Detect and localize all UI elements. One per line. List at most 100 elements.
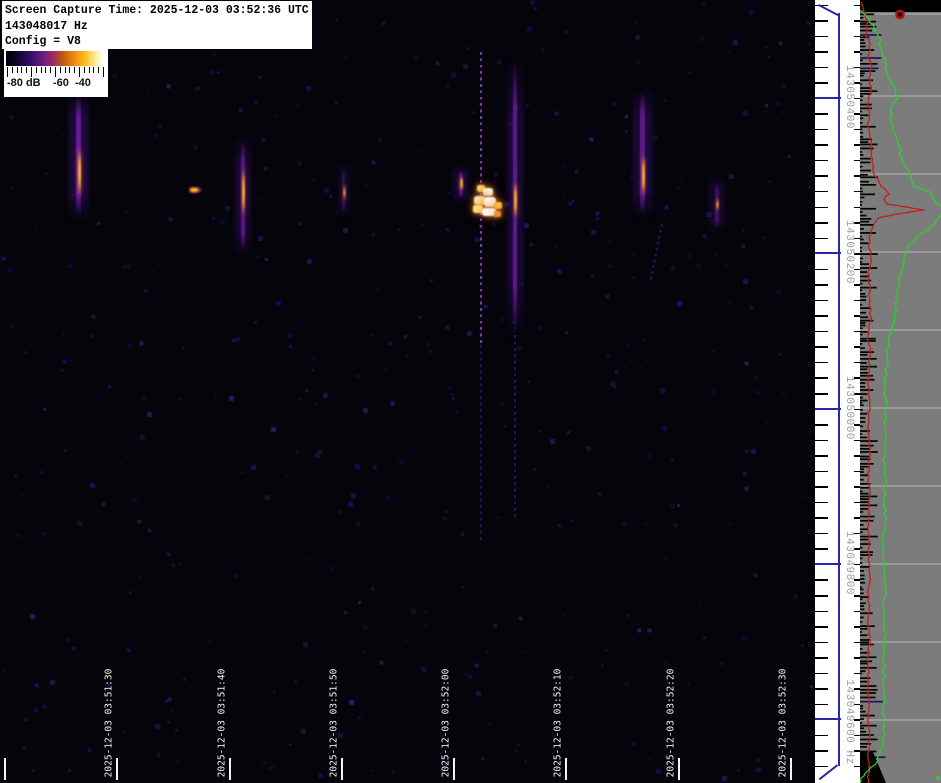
panel-noise-bar [860,39,865,41]
peak-marker-dot [895,9,905,20]
panel-noise-bar [860,180,869,183]
freq-minor-tick-right [854,455,860,457]
panel-noise-bar [860,157,871,160]
spectrogram-canvas[interactable]: 2025-12-03 03:51:30 2025-12-03 03:51:40 20… [0,0,815,783]
freq-minor-tick-right [854,128,860,131]
freq-minor-tick [815,159,828,162]
time-label: 2025-12-03 03:52:30 [777,668,789,778]
freq-minor-tick [815,66,828,69]
panel-noise-bar [860,29,872,32]
time-label: 2025-12-03 03:51:40 [216,668,228,778]
freq-minor-tick-right [854,626,860,628]
panel-noise-bar [860,707,864,710]
panel-noise-bar [860,128,863,131]
spectrum-panel[interactable] [859,0,941,783]
panel-noise-bar [860,714,875,717]
panel-noise-bar [860,67,879,70]
panel-noise-bar [860,727,865,730]
freq-minor-tick [815,128,828,131]
freq-minor-tick [815,688,828,690]
signal-streak[interactable] [640,92,645,215]
panel-noise-bar [860,207,876,210]
panel-noise-bar [860,538,869,541]
panel-noise-bar [860,672,863,675]
freq-minor-tick [815,703,828,706]
time-tick [116,758,118,780]
panel-noise-bar [860,214,867,217]
legend-tick [55,67,56,77]
panel-noise-bar [860,235,862,238]
freq-minor-tick-right [854,20,860,22]
freq-minor-tick-right [854,35,860,38]
panel-noise-bar [860,293,866,295]
spectrum-plot[interactable] [859,0,941,783]
freq-minor-tick [815,206,828,209]
panel-noise-bar [860,455,870,458]
panel-noise-bar [860,165,863,168]
panel-noise-bar [860,333,863,336]
panel-noise-bar [860,495,878,498]
panel-noise-bar [860,670,866,672]
panel-noise-bar [860,501,870,503]
panel-noise-bar [860,385,865,388]
signal-streak-core [715,197,719,212]
panel-noise-bar [860,16,864,19]
panel-noise-bar [860,204,862,206]
panel-noise-bar [860,562,863,564]
panel-noise-bar [860,444,874,447]
panel-noise-bar [860,220,870,223]
freq-minor-tick-right [854,206,860,209]
freq-minor-tick [815,222,828,224]
panel-noise-bar [860,643,874,646]
freq-minor-tick-right [854,159,860,162]
panel-noise-bar [860,551,873,553]
panel-noise-bar [860,136,864,138]
freq-minor-tick-right [854,315,860,317]
panel-noise-bar [860,169,871,172]
panel-noise-bar [860,519,874,522]
freq-minor-tick-right [854,501,860,504]
freq-minor-tick [815,517,828,519]
panel-noise-bar [860,271,867,273]
panel-noise-bar [860,303,863,306]
freq-minor-tick-right [854,657,860,659]
panel-noise-bar [860,253,878,255]
panel-noise-bar [860,238,864,241]
panel-noise-bar [860,409,863,411]
panel-noise-bar [860,436,868,439]
panel-noise-bar [860,193,875,196]
panel-noise-bar [860,546,863,549]
panel-noise-bar [860,531,863,534]
panel-noise-bar [860,90,878,92]
panel-noise-bar [860,399,868,402]
panel-noise-bar [860,402,863,404]
panel-noise-bar [860,161,871,164]
panel-noise-bar [860,468,864,470]
panel-noise-bar [860,700,883,703]
panel-noise-bar [860,705,864,707]
panel-noise-bar [860,662,868,665]
capture-info-box: Screen Capture Time: 2025-12-03 03:52:36… [2,1,312,49]
panel-noise-bar [860,347,865,349]
panel-noise-bar [860,631,862,633]
panel-noise-bar [860,718,864,720]
legend-tick [74,67,76,73]
panel-noise-bar [860,261,862,263]
panel-noise-bar [860,578,865,580]
freq-minor-tick [815,330,828,333]
config-text: Config = V8 [5,35,81,48]
legend-tick [11,67,13,73]
legend-tick [98,67,100,73]
legend-tick [103,67,104,77]
freq-minor-tick-right [854,346,860,348]
panel-noise-bar [860,722,863,724]
panel-noise-bar [860,554,873,556]
legend-tick [83,67,85,73]
freq-minor-tick [815,750,828,752]
freq-minor-tick [815,315,828,317]
panel-noise-bar [860,275,869,278]
freq-minor-tick [815,113,828,115]
panel-noise-bar [860,474,869,477]
freq-minor-tick [815,470,828,473]
legend-tick [16,67,18,73]
